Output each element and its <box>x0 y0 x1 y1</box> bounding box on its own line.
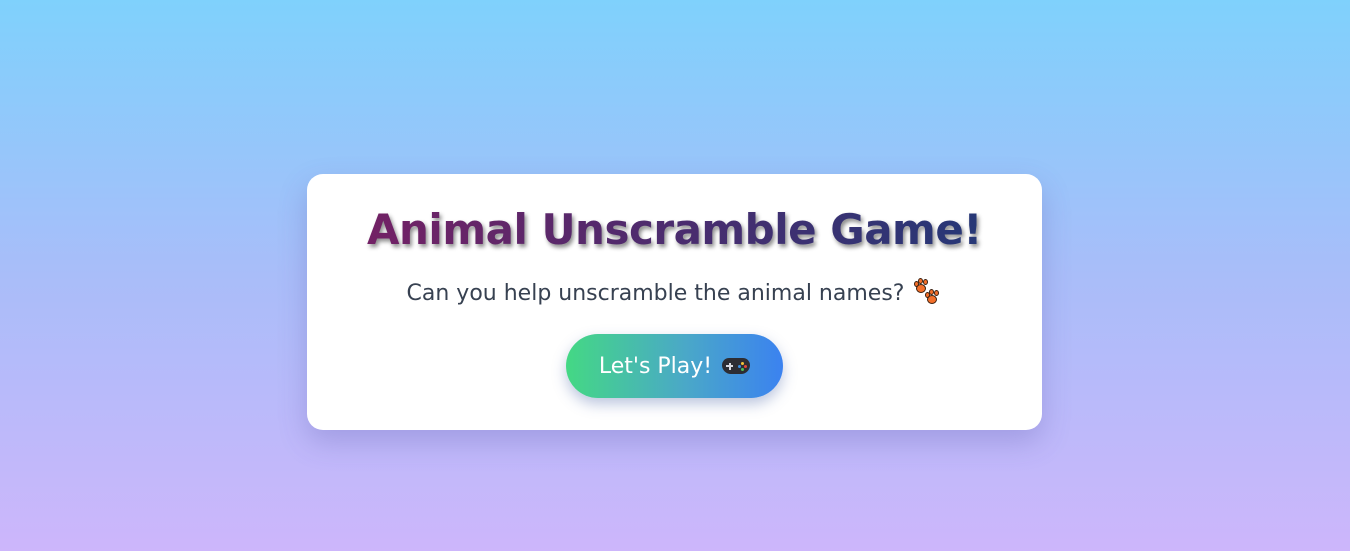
gamepad-icon <box>722 356 751 376</box>
subtitle-text: Can you help unscramble the animal names… <box>406 281 905 306</box>
game-subtitle: Can you help unscramble the animal names… <box>307 278 1042 310</box>
game-title: Animal Unscramble Game! <box>307 200 1042 260</box>
lets-play-label: Let's Play! <box>598 353 713 379</box>
lets-play-button[interactable]: Let's Play! <box>566 334 783 398</box>
paw-prints-icon <box>912 278 942 306</box>
welcome-card: Animal Unscramble Game! Can you help uns… <box>307 174 1042 430</box>
